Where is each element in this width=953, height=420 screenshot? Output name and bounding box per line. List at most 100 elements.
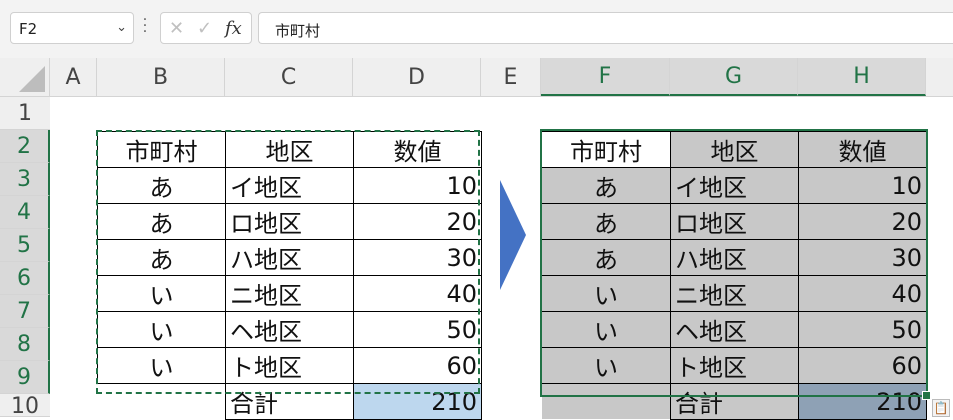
table-total-row: 合計 210 (97, 383, 482, 420)
column-header-i[interactable] (926, 58, 953, 96)
table-cell[interactable]: 数値 (353, 131, 482, 168)
row-header-2[interactable]: 2 (0, 130, 50, 163)
table-cell[interactable]: ハ地区 (225, 239, 354, 276)
total-value-cell[interactable]: 210 (798, 383, 927, 420)
more-options-icon[interactable]: · · · (142, 13, 148, 39)
table-row: い ト地区 60 (541, 347, 927, 384)
table-cell[interactable]: ト地区 (225, 347, 354, 384)
source-table: 市町村 地区 数値 あ イ地区 10 あ ロ地区 20 あ ハ地区 30 い ニ… (97, 131, 482, 420)
table-cell[interactable]: 60 (798, 347, 927, 384)
table-row: あ ハ地区 30 (541, 239, 927, 276)
row-header-6[interactable]: 6 (0, 262, 50, 295)
table-cell[interactable]: ヘ地区 (670, 311, 799, 348)
table-cell[interactable]: 30 (353, 239, 482, 276)
table-row: い ヘ地区 50 (541, 311, 927, 348)
column-header-g[interactable]: G (670, 58, 798, 96)
table-cell[interactable]: 地区 (670, 131, 799, 168)
table-cell[interactable]: 市町村 (97, 131, 226, 168)
active-cell[interactable]: 市町村 (541, 131, 671, 168)
row-header-5[interactable]: 5 (0, 229, 50, 262)
table-cell[interactable]: ロ地区 (670, 203, 799, 240)
cancel-icon[interactable]: ✕ (169, 18, 184, 39)
table-row: あ ロ地区 20 (541, 203, 927, 240)
table-cell[interactable]: 合計 (225, 383, 354, 420)
table-cell[interactable]: あ (541, 203, 671, 240)
column-header-h[interactable]: H (798, 58, 926, 96)
table-cell[interactable]: 20 (798, 203, 927, 240)
table-cell[interactable]: い (541, 311, 671, 348)
total-value-cell[interactable]: 210 (353, 383, 482, 420)
table-cell[interactable]: 20 (353, 203, 482, 240)
column-header-c[interactable]: C (225, 58, 353, 96)
arrow-right-icon (500, 180, 526, 290)
table-row: あ ロ地区 20 (97, 203, 482, 240)
table-cell[interactable]: 10 (798, 167, 927, 204)
table-row: あ ハ地区 30 (97, 239, 482, 276)
table-cell[interactable]: あ (97, 239, 226, 276)
table-row: い ニ地区 40 (541, 275, 927, 312)
table-cell[interactable]: 50 (798, 311, 927, 348)
row-header-8[interactable]: 8 (0, 328, 50, 361)
table-cell[interactable]: 地区 (225, 131, 354, 168)
table-header-row: 市町村 地区 数値 (97, 131, 482, 168)
table-row: い ニ地区 40 (97, 275, 482, 312)
header-divider (0, 96, 953, 97)
formula-input[interactable]: 市町村 (258, 12, 953, 44)
table-cell[interactable]: い (541, 275, 671, 312)
paste-options-icon[interactable]: 📋 (932, 399, 950, 417)
table-cell[interactable]: 合計 (670, 383, 799, 420)
pasted-table: 市町村 地区 数値 あ イ地区 10 あ ロ地区 20 あ ハ地区 30 い ニ… (541, 131, 927, 420)
table-cell[interactable]: 60 (353, 347, 482, 384)
row-header-9[interactable]: 9 (0, 361, 50, 394)
table-cell[interactable]: イ地区 (670, 167, 799, 204)
row-header-4[interactable]: 4 (0, 196, 50, 229)
row-header-3[interactable]: 3 (0, 163, 50, 196)
table-cell[interactable]: ハ地区 (670, 239, 799, 276)
column-header-b[interactable]: B (97, 58, 225, 96)
chevron-down-icon[interactable]: ⌄ (116, 20, 127, 35)
column-header-a[interactable]: A (50, 58, 97, 96)
table-cell[interactable]: 50 (353, 311, 482, 348)
table-cell[interactable]: ニ地区 (225, 275, 354, 312)
table-cell[interactable]: 40 (353, 275, 482, 312)
table-cell[interactable]: ニ地区 (670, 275, 799, 312)
table-cell[interactable]: い (97, 311, 226, 348)
table-cell[interactable]: 30 (798, 239, 927, 276)
formula-bar-area: F2 ⌄ · · · ✕ ✓ fx 市町村 (0, 0, 953, 58)
table-cell[interactable]: あ (97, 203, 226, 240)
formula-buttons: ✕ ✓ fx (160, 12, 252, 44)
table-cell[interactable]: ロ地区 (225, 203, 354, 240)
table-row: い ト地区 60 (97, 347, 482, 384)
row-header-7[interactable]: 7 (0, 295, 50, 328)
table-cell[interactable]: い (97, 347, 226, 384)
check-icon[interactable]: ✓ (197, 18, 212, 39)
table-cell[interactable]: イ地区 (225, 167, 354, 204)
select-all-button[interactable] (0, 58, 50, 96)
column-header-f[interactable]: F (541, 58, 670, 96)
table-cell[interactable]: い (541, 347, 671, 384)
row-header-10[interactable]: 10 (0, 394, 50, 419)
name-box[interactable]: F2 ⌄ (10, 12, 134, 44)
column-header-e[interactable]: E (481, 58, 541, 96)
name-box-value: F2 (19, 20, 38, 38)
table-cell[interactable]: あ (97, 167, 226, 204)
function-icon[interactable]: fx (225, 18, 242, 39)
table-row: い ヘ地区 50 (97, 311, 482, 348)
table-cell[interactable]: ト地区 (670, 347, 799, 384)
table-cell[interactable]: 数値 (798, 131, 927, 168)
formula-value: 市町村 (275, 22, 321, 40)
row-header-1[interactable]: 1 (0, 97, 50, 130)
table-total-row: 合計 210 (541, 383, 927, 420)
fill-handle[interactable] (922, 391, 931, 400)
column-header-d[interactable]: D (353, 58, 481, 96)
table-cell[interactable] (97, 383, 226, 420)
table-row: あ イ地区 10 (541, 167, 927, 204)
table-cell[interactable]: 10 (353, 167, 482, 204)
table-cell[interactable]: 40 (798, 275, 927, 312)
table-cell[interactable]: あ (541, 239, 671, 276)
table-cell[interactable] (541, 383, 671, 420)
table-cell[interactable]: ヘ地区 (225, 311, 354, 348)
table-cell[interactable]: い (97, 275, 226, 312)
table-row: あ イ地区 10 (97, 167, 482, 204)
table-cell[interactable]: あ (541, 167, 671, 204)
